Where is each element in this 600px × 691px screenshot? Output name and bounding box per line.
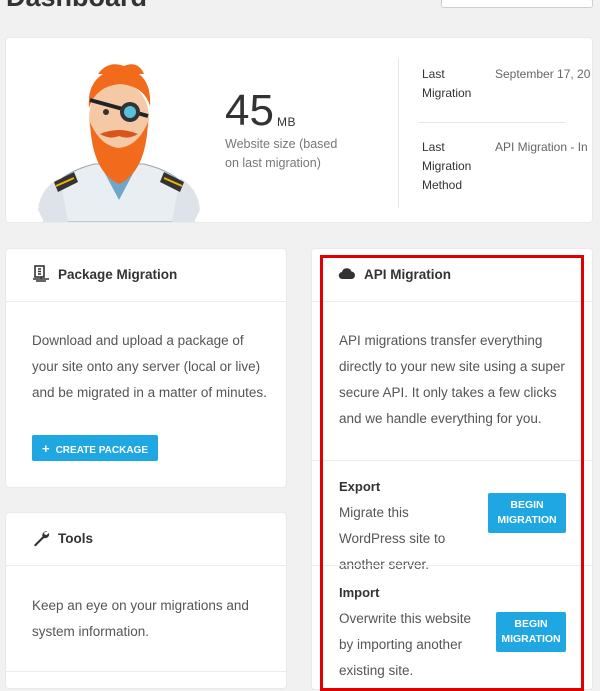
website-size-value: 45 (225, 86, 274, 135)
begin-import-migration-button[interactable]: BEGIN MIGRATION (496, 612, 566, 652)
mascot-pirate-image (38, 64, 200, 222)
top-dropdown[interactable] (441, 0, 593, 8)
button-label-line-1: BEGIN (514, 618, 548, 630)
overview-card: 45 MB Website size (based on last migrat… (6, 38, 592, 222)
button-label-line-2: MIGRATION (501, 633, 561, 645)
import-title: Import (339, 585, 380, 600)
divider (398, 58, 399, 208)
package-archive-icon (33, 265, 49, 282)
last-migration-method-label: Last Migration Method (422, 140, 472, 192)
button-label-line-2: MIGRATION (497, 514, 557, 526)
import-description: Overwrite this website by importing anot… (339, 611, 472, 678)
tools-card: Tools Keep an eye on your migrations and… (6, 513, 286, 688)
create-package-label: CREATE PACKAGE (55, 444, 148, 456)
last-migration-method-value: API Migration - In (495, 140, 588, 154)
last-migration-value: September 17, 20 (495, 67, 591, 81)
create-package-button[interactable]: + CREATE PACKAGE (32, 435, 158, 461)
export-title: Export (339, 479, 381, 494)
divider (312, 460, 592, 461)
export-description: Migrate this WordPress site to another s… (339, 505, 446, 572)
package-migration-card: Package Migration Download and upload a … (6, 249, 286, 487)
divider (419, 122, 565, 123)
cloud-icon (338, 268, 355, 280)
tools-title: Tools (58, 531, 93, 546)
website-size-unit: MB (277, 115, 296, 129)
tools-description: Keep an eye on your migrations and syste… (32, 598, 249, 639)
card-header: API Migration (312, 249, 592, 302)
plus-icon: + (41, 440, 50, 456)
divider (6, 671, 286, 672)
website-size-caption: Website size (based on last migration) (225, 137, 338, 170)
card-header: Tools (6, 513, 286, 566)
card-header: Package Migration (6, 249, 286, 302)
wrench-icon (34, 531, 50, 547)
api-migration-description: API migrations transfer everything direc… (339, 333, 565, 426)
api-migration-title: API Migration (364, 267, 451, 282)
divider (312, 565, 592, 566)
package-migration-title: Package Migration (58, 267, 178, 282)
page-title: Dashboard (6, 0, 147, 12)
package-migration-description: Download and upload a package of your si… (32, 333, 267, 400)
last-migration-label: Last Migration (422, 67, 472, 100)
begin-export-migration-button[interactable]: BEGIN MIGRATION (488, 493, 566, 533)
button-label-line-1: BEGIN (510, 499, 544, 511)
api-migration-card: API Migration API migrations transfer ev… (312, 249, 592, 689)
